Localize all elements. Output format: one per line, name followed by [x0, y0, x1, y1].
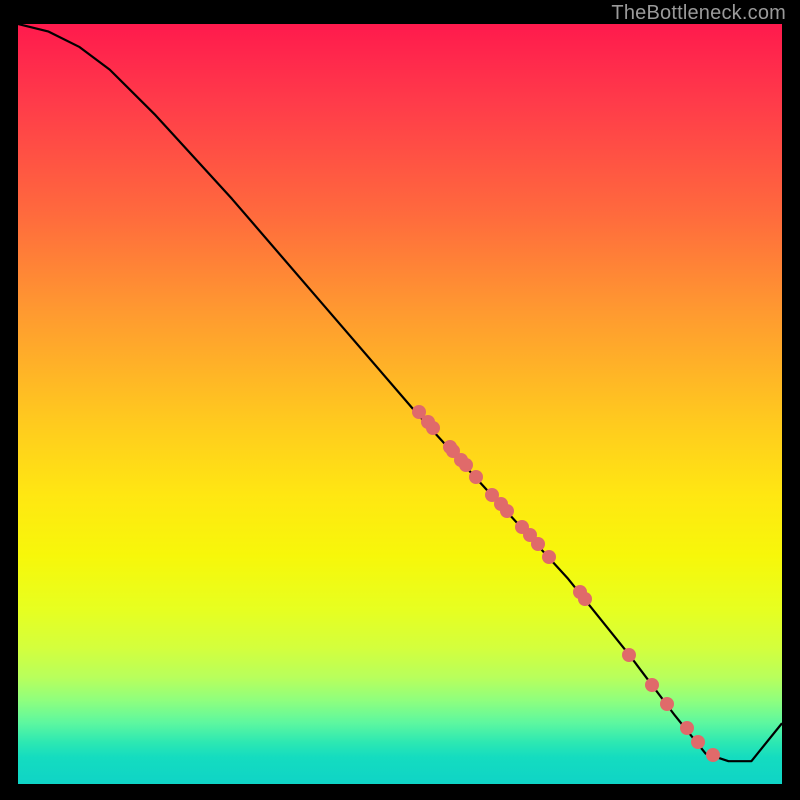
- plot-area: [18, 24, 782, 784]
- data-point: [680, 721, 694, 735]
- bottleneck-curve: [18, 24, 782, 784]
- chart-frame: TheBottleneck.com: [0, 0, 800, 800]
- data-point: [622, 648, 636, 662]
- data-point: [531, 537, 545, 551]
- data-point: [459, 458, 473, 472]
- data-point: [542, 550, 556, 564]
- watermark-text: TheBottleneck.com: [611, 2, 786, 25]
- data-point: [578, 592, 592, 606]
- data-point: [500, 504, 514, 518]
- data-point: [426, 421, 440, 435]
